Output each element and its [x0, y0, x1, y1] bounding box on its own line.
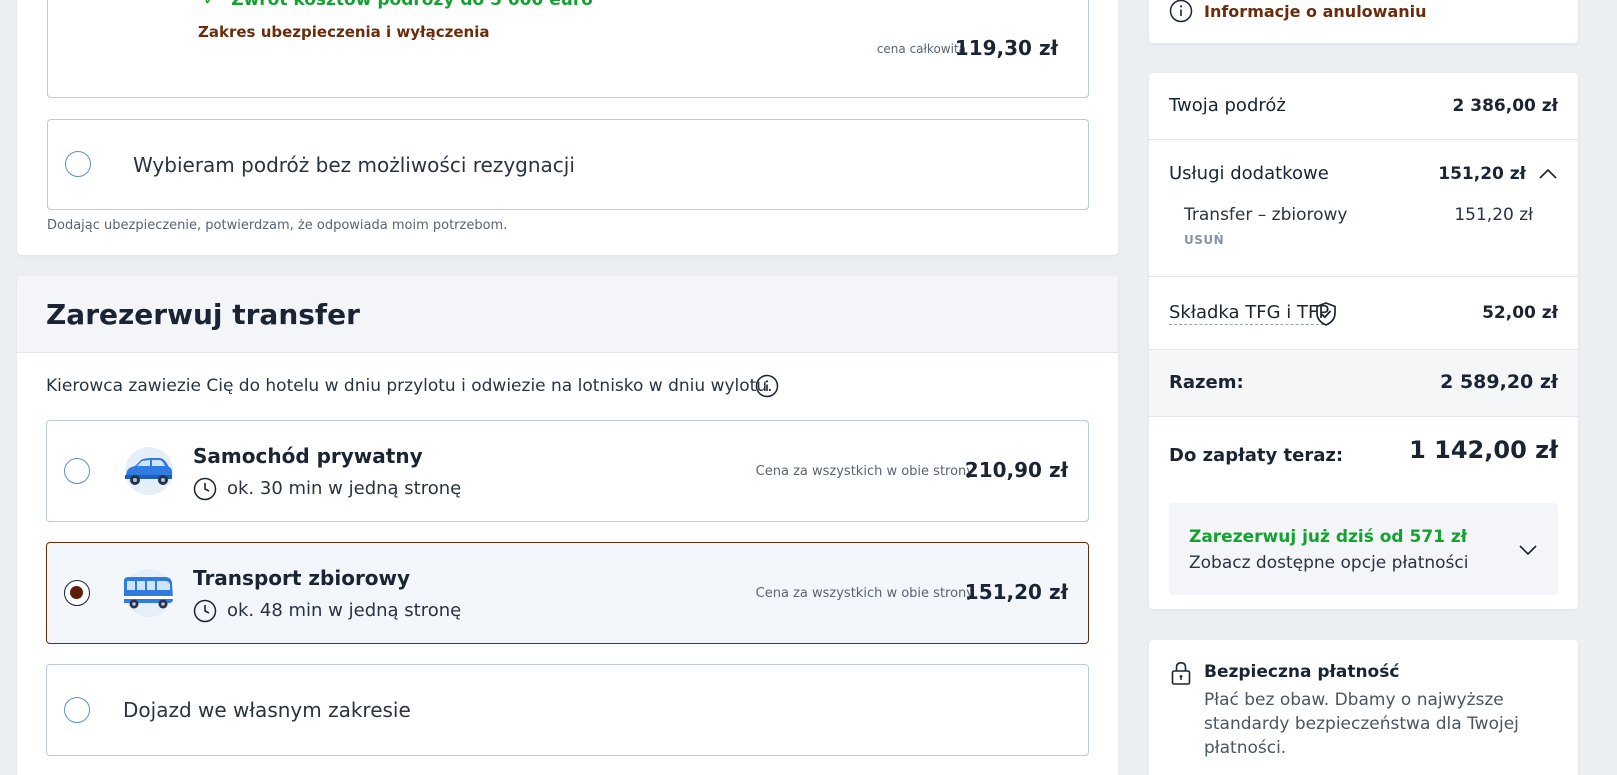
car-icon	[125, 447, 173, 495]
extras-label: Usługi dodatkowe	[1169, 163, 1329, 184]
pay-now-value: 1 142,00 zł	[1409, 436, 1558, 464]
trip-label: Twoja podróż	[1169, 95, 1286, 116]
summary-extras-row: Usługi dodatkowe 151,20 zł Transfer – zb…	[1149, 140, 1578, 277]
summary-trip-row: Twoja podróż 2 386,00 zł	[1149, 73, 1578, 140]
extra-item-value: 151,20 zł	[1454, 205, 1533, 225]
private-car-radio[interactable]	[64, 458, 90, 484]
info-icon[interactable]	[755, 374, 779, 398]
total-value: 2 589,20 zł	[1440, 371, 1558, 393]
transfer-option-private-car[interactable]: Samochód prywatny ok. 30 min w jedną str…	[46, 420, 1089, 522]
shield-check-icon	[1316, 302, 1336, 326]
total-label: Razem:	[1169, 372, 1244, 393]
no-resign-option[interactable]: Wybieram podróż bez możliwości rezygnacj…	[47, 119, 1089, 210]
no-resign-label: Wybieram podróż bez możliwości rezygnacj…	[133, 153, 575, 177]
private-car-price-label: Cena za wszystkich w obie strony	[755, 464, 974, 479]
fee-label[interactable]: Składka TFG i TFP	[1169, 302, 1330, 325]
fee-value: 52,00 zł	[1482, 303, 1558, 323]
remove-extra-link[interactable]: USUŃ	[1184, 233, 1224, 247]
refund-line: ✓ Zwrot kosztów podróży do 5 000 euro	[203, 0, 593, 10]
insurance-option-selected[interactable]: ✓ Zwrot kosztów podróży do 5 000 euro Zak…	[47, 0, 1089, 98]
clock-icon	[193, 477, 217, 501]
extra-item-label: Transfer – zbiorowy	[1184, 205, 1348, 225]
chevron-up-icon[interactable]	[1538, 168, 1558, 180]
shared-transport-price-label: Cena za wszystkich w obie strony	[755, 586, 974, 601]
info-icon	[1169, 0, 1193, 23]
clock-icon	[193, 599, 217, 623]
summary-pay-now-row: Do zapłaty teraz: 1 142,00 zł	[1149, 417, 1578, 489]
summary-total-row: Razem: 2 589,20 zł	[1149, 350, 1578, 417]
no-resign-radio[interactable]	[65, 151, 91, 177]
insurance-note: Dodając ubezpieczenie, potwierdzam, że o…	[47, 218, 508, 233]
own-transport-label: Dojazd we własnym zakresie	[123, 698, 411, 722]
insurance-scope-link[interactable]: Zakres ubezpieczenia i wyłączenia	[198, 23, 489, 41]
pay-now-label: Do zapłaty teraz:	[1169, 445, 1344, 466]
chevron-down-icon	[1519, 545, 1537, 556]
private-car-name: Samochód prywatny	[193, 444, 423, 468]
shared-transport-radio[interactable]	[64, 580, 90, 606]
insurance-price: 119,30 zł	[954, 36, 1058, 60]
installments-sub: Zobacz dostępne opcje płatności	[1189, 553, 1469, 573]
summary-fee-row: Składka TFG i TFP 52,00 zł	[1149, 277, 1578, 350]
transfer-title: Zarezerwuj transfer	[46, 298, 360, 331]
private-car-price: 210,90 zł	[964, 458, 1068, 482]
installments-headline: Zarezerwuj już dziś od 571 zł	[1189, 527, 1468, 547]
cancellation-info-card[interactable]: Informacje o anulowaniu	[1149, 0, 1578, 43]
extras-value: 151,20 zł	[1438, 164, 1526, 184]
insurance-price-label: cena całkowita	[876, 42, 966, 56]
private-car-duration: ok. 30 min w jedną stronę	[227, 478, 462, 499]
trip-value: 2 386,00 zł	[1452, 96, 1558, 116]
own-transport-radio[interactable]	[64, 697, 90, 723]
shared-transport-price: 151,20 zł	[964, 580, 1068, 604]
transfer-option-own[interactable]: Dojazd we własnym zakresie	[46, 664, 1089, 756]
check-icon: ✓	[203, 0, 218, 10]
cancellation-info-link[interactable]: Informacje o anulowaniu	[1204, 2, 1427, 21]
refund-text: Zwrot kosztów podróży do 5 000 euro	[231, 0, 593, 10]
secure-payment-card: Bezpieczna płatność Płać bez obaw. Dbamy…	[1149, 640, 1578, 775]
insurance-card: ✓ Zwrot kosztów podróży do 5 000 euro Zak…	[17, 0, 1118, 255]
price-summary-card: Twoja podróż 2 386,00 zł Usługi dodatkow…	[1149, 73, 1578, 609]
bus-icon	[124, 569, 173, 617]
payment-options-toggle[interactable]: Zarezerwuj już dziś od 571 zł Zobacz dos…	[1169, 503, 1558, 595]
lock-icon	[1171, 661, 1191, 685]
secure-payment-title: Bezpieczna płatność	[1204, 662, 1400, 682]
transfer-header: Zarezerwuj transfer	[17, 276, 1118, 353]
transfer-description: Kierowca zawiezie Cię do hotelu w dniu p…	[46, 376, 773, 396]
shared-transport-name: Transport zbiorowy	[193, 566, 411, 590]
secure-payment-text: Płać bez obaw. Dbamy o najwyższe standar…	[1204, 690, 1519, 758]
transfer-option-shared[interactable]: Transport zbiorowy ok. 48 min w jedną st…	[46, 542, 1089, 644]
shared-transport-duration: ok. 48 min w jedną stronę	[227, 600, 462, 621]
transfer-card: Zarezerwuj transfer Kierowca zawiezie Ci…	[17, 276, 1118, 775]
